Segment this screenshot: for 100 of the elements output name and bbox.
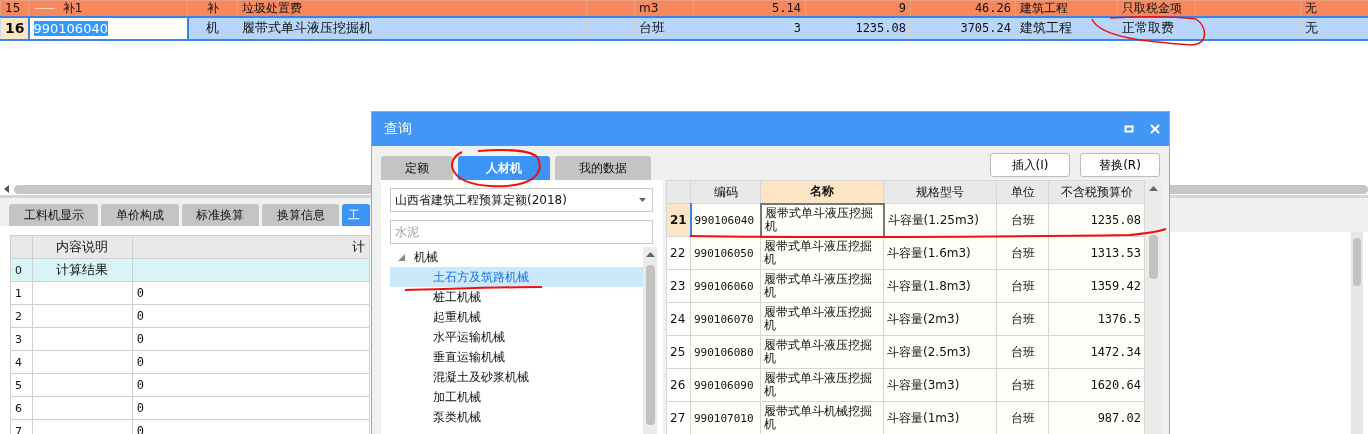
table-cell: 3705.24: [910, 16, 1016, 40]
table-cell: 履带式单斗液压挖掘机: [760, 236, 884, 270]
table-cell: 0: [132, 327, 370, 351]
scrollbar[interactable]: [1145, 180, 1162, 434]
dialog-button[interactable]: 插入(I): [990, 153, 1070, 177]
table-cell: 补: [187, 0, 238, 17]
row-number: 0: [10, 258, 33, 282]
row-number: 23: [666, 269, 691, 303]
table-cell: 计算结果: [32, 258, 133, 282]
collapse-icon[interactable]: [398, 253, 405, 261]
tree-item[interactable]: 桩工机械: [390, 287, 643, 307]
column-header[interactable]: 名称: [760, 180, 884, 204]
table-cell: 履带式单斗液压挖掘机: [760, 335, 884, 369]
library-dropdown[interactable]: 山西省建筑工程预算定额(2018): [390, 188, 653, 212]
scroll-left-icon[interactable]: [4, 185, 10, 193]
scrollbar[interactable]: [643, 247, 657, 434]
row-number: 3: [10, 327, 33, 351]
scrollbar-thumb[interactable]: [1353, 238, 1361, 286]
table-cell: m3: [634, 0, 694, 17]
table-cell: 斗容量(3m3): [883, 368, 997, 402]
row-number: 21: [666, 203, 691, 237]
table-cell: 台班: [634, 16, 694, 40]
column-header[interactable]: 不含税预算价: [1048, 180, 1145, 204]
table-cell: 台班: [996, 302, 1049, 336]
row-number: 22: [666, 236, 691, 270]
table-cell: 990106080: [690, 335, 761, 369]
table-cell: 990106090: [690, 368, 761, 402]
search-field[interactable]: 水泥: [390, 220, 653, 244]
table-cell: 46.26: [910, 0, 1016, 17]
table-cell: 1376.5: [1048, 302, 1145, 336]
row-number: 7: [10, 419, 33, 434]
table-cell: 1472.34: [1048, 335, 1145, 369]
table-cell: 0: [132, 350, 370, 374]
tree-item[interactable]: 土石方及筑路机械: [390, 267, 643, 287]
tab[interactable]: 换算信息: [261, 204, 340, 226]
table-cell: 3: [693, 16, 806, 40]
table-cell: 斗容量(2m3): [883, 302, 997, 336]
table-cell: 斗容量(1.6m3): [883, 236, 997, 270]
scroll-up-icon[interactable]: [1149, 186, 1158, 191]
table-cell: 990106040: [33, 20, 108, 36]
row-number: 6: [10, 396, 33, 420]
table-cell: 履带式单斗液压挖掘机: [760, 368, 884, 402]
table-cell: 斗容量(2.5m3): [883, 335, 997, 369]
dialog-title: 查询: [384, 120, 413, 138]
column-header[interactable]: 单位: [996, 180, 1049, 204]
row-number: 5: [10, 373, 33, 397]
table-cell: 建筑工程: [1015, 16, 1118, 40]
caret-icon: [639, 198, 646, 202]
row-number: 24: [666, 302, 691, 336]
tree-item[interactable]: 混凝土及砂浆机械: [390, 367, 643, 387]
restore-icon[interactable]: [1124, 124, 1134, 134]
dialog-button[interactable]: 替换(R): [1080, 153, 1160, 177]
tree-line: [35, 8, 55, 10]
column-header: 计: [132, 235, 370, 259]
table-cell: 0: [132, 281, 370, 305]
column-header[interactable]: 规格型号: [883, 180, 997, 204]
table-row[interactable]: 15 补1 补 垃圾处置费 m3 5.14 9 46.26 建筑工程 只取税金项 无: [0, 0, 1368, 17]
tab[interactable]: 工料机显示: [9, 204, 99, 226]
table-cell: 0: [132, 304, 370, 328]
table-row[interactable]: 16 990106040 机 履带式单斗液压挖掘机 台班 3 1235.08 3705.24 建筑工程 正常取费 无: [0, 16, 1368, 40]
table-cell: 1235.08: [805, 16, 911, 40]
table-cell: 5.14: [693, 0, 806, 17]
tab[interactable]: 标准换算: [181, 204, 259, 226]
table-cell: 履带式单斗液压挖掘机: [237, 16, 587, 40]
table-cell: 0: [132, 396, 370, 420]
tree-item[interactable]: 加工机械: [390, 387, 643, 407]
scrollbar-thumb[interactable]: [1149, 235, 1158, 279]
tree-item[interactable]: 起重机械: [390, 307, 643, 327]
tab[interactable]: 定额: [381, 156, 453, 180]
tree-item[interactable]: 泵类机械: [390, 407, 643, 427]
table-cell: 台班: [996, 269, 1049, 303]
row-number: 16: [0, 16, 29, 40]
close-icon[interactable]: [1150, 124, 1160, 134]
table-cell: 无: [1300, 0, 1368, 17]
row-number: 26: [666, 368, 691, 402]
table-cell: 无: [1300, 16, 1368, 40]
table-cell: 1359.42: [1048, 269, 1145, 303]
row-number: 1: [10, 281, 33, 305]
tree-item[interactable]: 机械: [390, 247, 643, 267]
tree-item[interactable]: 水平运输机械: [390, 327, 643, 347]
table-cell: 补1: [62, 1, 83, 16]
table-cell: 履带式单斗液压挖掘机: [760, 269, 884, 303]
row-number: 25: [666, 335, 691, 369]
table-cell: 履带式单斗液压挖掘机: [760, 302, 884, 336]
tab[interactable]: 单价构成: [101, 204, 179, 226]
scrollbar[interactable]: [1351, 232, 1363, 434]
table-cell: 垃圾处置费: [237, 0, 587, 17]
table-cell: 履带式单斗液压挖掘机: [760, 203, 884, 237]
table-cell: 只取税金项: [1117, 0, 1196, 17]
row-number: 4: [10, 350, 33, 374]
tab[interactable]: 我的数据: [555, 156, 651, 180]
column-header[interactable]: 编码: [690, 180, 761, 204]
table-cell: 机: [187, 16, 238, 40]
table-cell: 990106050: [690, 236, 761, 270]
tree-item[interactable]: 垂直运输机械: [390, 347, 643, 367]
table-cell: 1620.64: [1048, 368, 1145, 402]
table-cell: 台班: [996, 368, 1049, 402]
table-cell: 990106060: [690, 269, 761, 303]
scrollbar-thumb[interactable]: [645, 265, 655, 425]
scroll-up-icon[interactable]: [645, 252, 655, 257]
